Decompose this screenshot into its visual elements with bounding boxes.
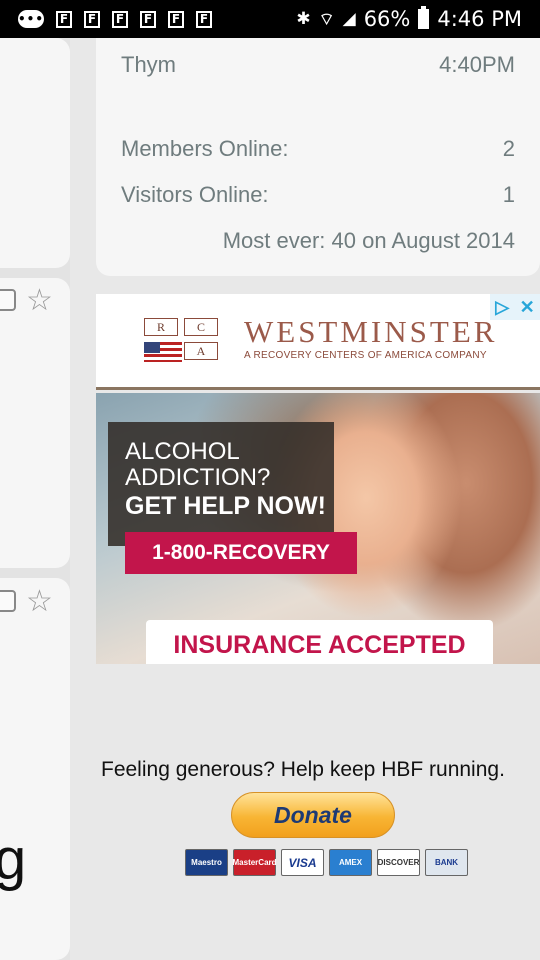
visitors-online-row: Visitors Online: 1 — [121, 182, 515, 208]
donate-message: Feeling generous? Help keep HBF running. — [101, 758, 505, 781]
messages-icon: ••• — [18, 10, 45, 28]
ad-brand-tagline: A RECOVERY CENTERS OF AMERICA COMPANY — [244, 350, 487, 361]
select-checkbox[interactable] — [0, 289, 16, 311]
flipboard-icon: F — [140, 10, 156, 28]
close-icon[interactable]: ✕ — [520, 297, 535, 318]
most-ever-text: Most ever: 40 on August 2014 — [222, 228, 515, 253]
signal-icon: ◢ — [342, 9, 356, 29]
maestro-icon: Maestro — [185, 849, 228, 876]
flipboard-icon: F — [196, 10, 212, 28]
flipboard-icon: F — [168, 10, 184, 28]
us-flag-icon — [144, 342, 182, 362]
bank-icon: BANK — [425, 849, 468, 876]
amex-icon: AMEX — [329, 849, 372, 876]
left-column: ☆ ☆ g — [0, 38, 70, 960]
adchoices-icon[interactable]: ▷ — [495, 297, 509, 318]
logo-letter: C — [184, 318, 218, 336]
ad-headline-box: ALCOHOL ADDICTION? GET HELP NOW! — [108, 422, 334, 546]
visitors-online-label: Visitors Online: — [121, 182, 269, 207]
select-checkbox[interactable] — [0, 590, 16, 612]
rca-logo: R C A — [144, 318, 224, 364]
system-status: ✱ ⌔ ◢ 66% 4:46 PM — [296, 6, 522, 31]
star-icon[interactable]: ☆ — [26, 286, 53, 316]
ad-headline-cta: GET HELP NOW! — [125, 492, 326, 520]
flipboard-icon: F — [56, 10, 72, 28]
ad-headline-line: ADDICTION? — [125, 464, 271, 491]
ad-brand-name: WESTMINSTER — [244, 314, 498, 349]
visa-icon: VISA — [281, 849, 324, 876]
notification-icons: ••• F F F F F F — [18, 10, 212, 28]
thread-card[interactable]: ☆ g — [0, 578, 70, 960]
logo-letter: R — [144, 318, 178, 336]
visitors-online-count: 1 — [502, 182, 515, 207]
last-user-name[interactable]: Thym — [121, 52, 176, 78]
members-online-row: Members Online: 2 — [121, 136, 515, 162]
flipboard-icon: F — [112, 10, 128, 28]
last-post-row: Thym 4:40PM — [121, 52, 515, 78]
battery-percent: 66% — [363, 7, 411, 31]
ad-insurance-banner: INSURANCE ACCEPTED — [146, 620, 493, 664]
wifi-icon: ⌔ — [318, 9, 335, 30]
flipboard-icon: F — [84, 10, 100, 28]
most-ever-row: Most ever: 40 on August 2014 — [121, 228, 515, 254]
ad-phone-button[interactable]: 1-800-RECOVERY — [125, 532, 357, 574]
ad-headline-line: ALCOHOL — [125, 438, 240, 465]
mastercard-icon: MasterCard — [233, 849, 277, 876]
battery-icon — [418, 6, 430, 29]
thread-card[interactable]: ☆ — [0, 278, 70, 568]
star-icon[interactable]: ☆ — [26, 587, 53, 617]
members-online-label: Members Online: — [121, 136, 289, 161]
thread-title-fragment: g — [0, 827, 27, 892]
payment-cards: Maestro MasterCard VISA AMEX DISCOVER BA… — [185, 849, 468, 876]
ad-header: R C A WESTMINSTER A RECOVERY CENTERS OF … — [96, 294, 540, 390]
bluetooth-icon: ✱ — [296, 9, 311, 29]
status-bar: ••• F F F F F F ✱ ⌔ ◢ 66% 4:46 PM — [0, 0, 540, 38]
clock: 4:46 PM — [437, 7, 522, 31]
members-online-count: 2 — [502, 136, 515, 161]
thread-card[interactable] — [0, 38, 70, 268]
adchoices-controls[interactable]: ▷ ✕ — [490, 294, 540, 320]
last-user-time: 4:40PM — [439, 52, 515, 77]
online-stats-card: Thym 4:40PM Members Online: 2 Visitors O… — [96, 38, 540, 276]
advertisement[interactable]: R C A WESTMINSTER A RECOVERY CENTERS OF … — [96, 294, 540, 664]
discover-icon: DISCOVER — [377, 849, 420, 876]
logo-letter: A — [184, 342, 218, 360]
donate-button[interactable]: Donate — [231, 792, 395, 838]
